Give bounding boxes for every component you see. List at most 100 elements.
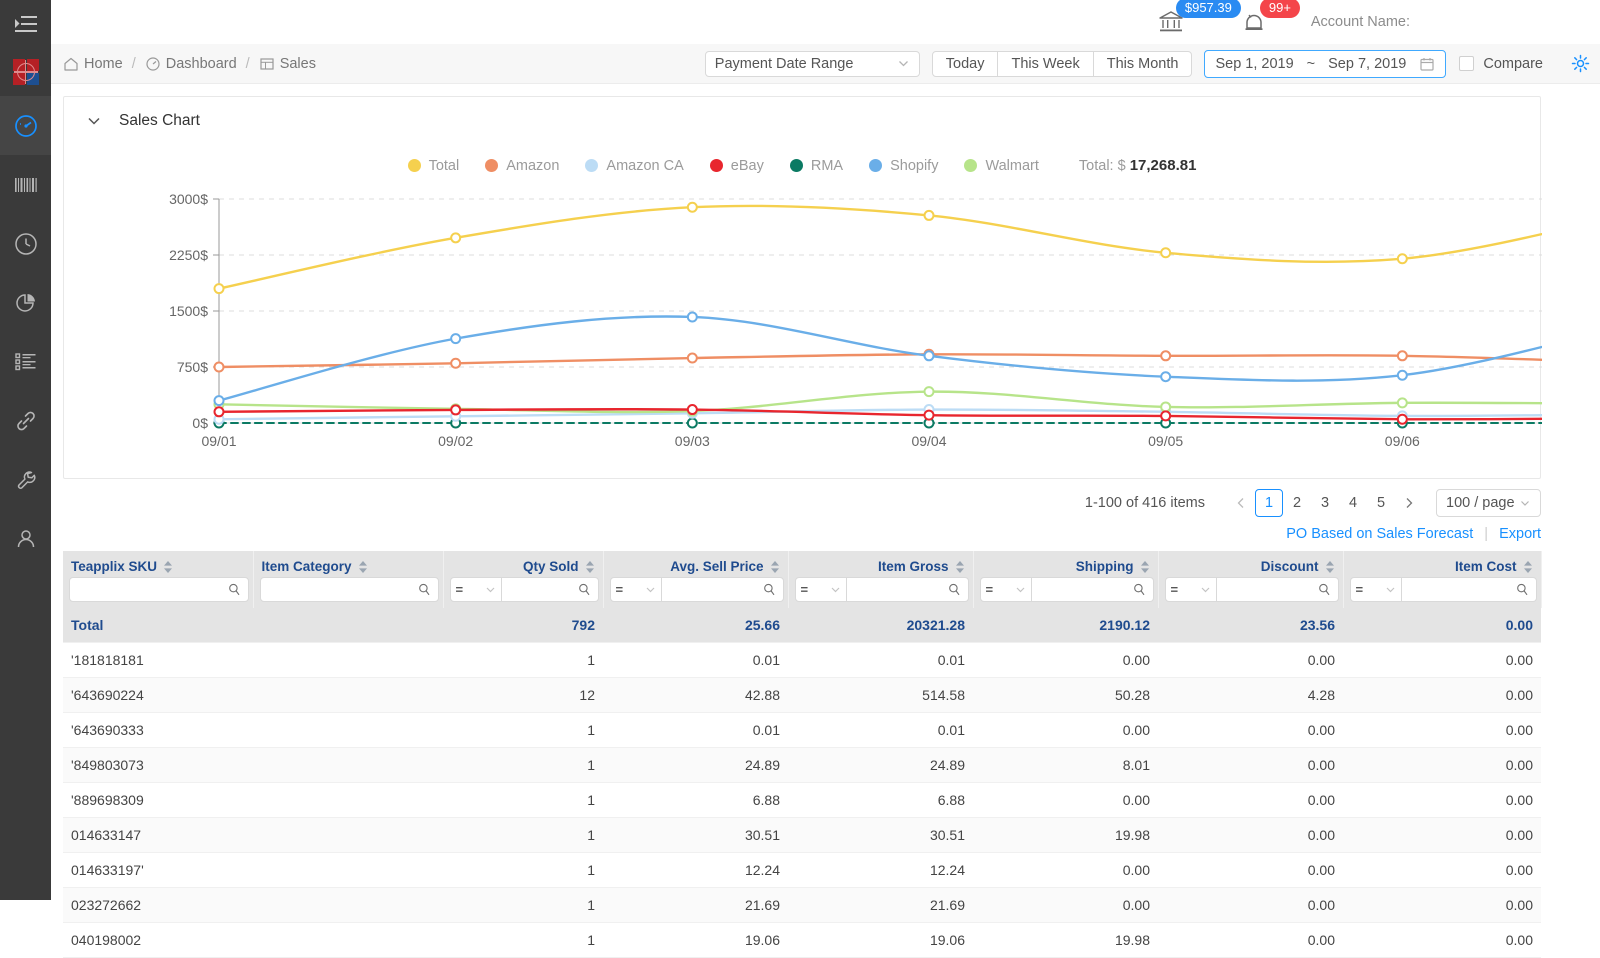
- filter-operator-select[interactable]: =: [1165, 577, 1217, 602]
- quick-range-today[interactable]: Today: [932, 51, 999, 77]
- chevron-down-icon[interactable]: [86, 113, 102, 129]
- data-point[interactable]: [925, 351, 934, 360]
- data-point[interactable]: [215, 407, 224, 416]
- breadcrumb-item-home[interactable]: Home: [63, 56, 123, 72]
- data-point[interactable]: [688, 419, 697, 428]
- compare-checkbox[interactable]: [1459, 56, 1474, 71]
- data-point[interactable]: [1398, 254, 1407, 263]
- breadcrumb-item-sales[interactable]: Sales: [259, 56, 316, 72]
- data-point[interactable]: [1161, 351, 1170, 360]
- legend-item-shopify[interactable]: Shopify: [869, 158, 938, 174]
- sort-icon[interactable]: [1325, 560, 1335, 574]
- next-page-button[interactable]: [1395, 489, 1423, 517]
- menu-toggle-button[interactable]: [0, 0, 51, 48]
- sidebar-item-integrations[interactable]: [0, 391, 51, 450]
- table-row[interactable]: '88969830916.886.880.000.000.00: [63, 783, 1541, 818]
- column-search-input[interactable]: [502, 577, 599, 602]
- data-point[interactable]: [1161, 402, 1170, 411]
- legend-item-amazon[interactable]: Amazon: [485, 158, 559, 174]
- table-row[interactable]: '6436902241242.88514.5850.284.280.00: [63, 678, 1541, 713]
- column-search-input[interactable]: [69, 577, 249, 602]
- table-row[interactable]: 023272662121.6921.690.000.000.00: [63, 888, 1541, 923]
- date-from[interactable]: Sep 1, 2019: [1215, 56, 1293, 72]
- filter-operator-select[interactable]: =: [1350, 577, 1402, 602]
- data-point[interactable]: [451, 405, 460, 414]
- sidebar-item-barcode[interactable]: [0, 155, 51, 214]
- column-search-input[interactable]: [1217, 577, 1339, 602]
- table-row[interactable]: 014633147130.5130.5119.980.000.00: [63, 818, 1541, 853]
- data-point[interactable]: [1398, 415, 1407, 424]
- sort-icon[interactable]: [1140, 560, 1150, 574]
- quick-range-this-month[interactable]: This Month: [1093, 51, 1193, 77]
- legend-item-total[interactable]: Total: [408, 158, 460, 174]
- data-point[interactable]: [451, 233, 460, 242]
- data-point[interactable]: [451, 334, 460, 343]
- sort-icon[interactable]: [585, 560, 595, 574]
- table-row[interactable]: 040198002119.0619.0619.980.000.00: [63, 923, 1541, 958]
- sidebar-item-listings[interactable]: [0, 332, 51, 391]
- column-search-input[interactable]: [1402, 577, 1537, 602]
- page-button-3[interactable]: 3: [1311, 489, 1339, 517]
- filter-operator-select[interactable]: =: [610, 577, 662, 602]
- settings-button[interactable]: [1571, 54, 1590, 73]
- legend-item-rma[interactable]: RMA: [790, 158, 843, 174]
- page-button-1[interactable]: 1: [1255, 489, 1283, 517]
- app-logo[interactable]: [0, 48, 51, 96]
- sidebar-item-reports[interactable]: [0, 273, 51, 332]
- data-point[interactable]: [215, 396, 224, 405]
- data-point[interactable]: [688, 354, 697, 363]
- alerts-button[interactable]: 99+: [1242, 10, 1266, 34]
- account-balance-button[interactable]: $957.39: [1158, 10, 1184, 34]
- prev-page-button[interactable]: [1227, 489, 1255, 517]
- data-point[interactable]: [215, 363, 224, 372]
- data-point[interactable]: [1161, 411, 1170, 420]
- table-row[interactable]: '18181818110.010.010.000.000.00: [63, 643, 1541, 678]
- sidebar-item-account[interactable]: [0, 509, 51, 568]
- quick-range-this-week[interactable]: This Week: [997, 51, 1093, 77]
- export-link[interactable]: Export: [1499, 526, 1541, 542]
- page-button-4[interactable]: 4: [1339, 489, 1367, 517]
- data-point[interactable]: [1398, 351, 1407, 360]
- column-search-input[interactable]: [847, 577, 969, 602]
- sort-icon[interactable]: [358, 560, 368, 574]
- data-point[interactable]: [688, 203, 697, 212]
- table-row[interactable]: '849803073124.8924.898.010.000.00: [63, 748, 1541, 783]
- calendar-icon[interactable]: [1419, 56, 1435, 72]
- table-row[interactable]: '64369033310.010.010.000.000.00: [63, 713, 1541, 748]
- data-point[interactable]: [215, 284, 224, 293]
- page-button-2[interactable]: 2: [1283, 489, 1311, 517]
- sidebar-item-tools[interactable]: [0, 450, 51, 509]
- data-point[interactable]: [688, 312, 697, 321]
- sort-icon[interactable]: [1523, 560, 1533, 574]
- sort-icon[interactable]: [770, 560, 780, 574]
- data-point[interactable]: [688, 405, 697, 414]
- data-point[interactable]: [925, 211, 934, 220]
- data-point[interactable]: [925, 387, 934, 396]
- data-point[interactable]: [925, 411, 934, 420]
- po-forecast-link[interactable]: PO Based on Sales Forecast: [1286, 526, 1473, 542]
- data-point[interactable]: [1161, 372, 1170, 381]
- page-button-5[interactable]: 5: [1367, 489, 1395, 517]
- filter-operator-select[interactable]: =: [980, 577, 1032, 602]
- sidebar-item-history[interactable]: [0, 214, 51, 273]
- date-type-select[interactable]: Payment Date Range: [705, 51, 920, 77]
- data-point[interactable]: [1398, 371, 1407, 380]
- date-to[interactable]: Sep 7, 2019: [1328, 56, 1406, 72]
- filter-operator-select[interactable]: =: [795, 577, 847, 602]
- date-range-picker[interactable]: Sep 1, 2019 ~ Sep 7, 2019: [1204, 50, 1446, 78]
- legend-item-walmart[interactable]: Walmart: [964, 158, 1038, 174]
- data-point[interactable]: [451, 359, 460, 368]
- column-search-input[interactable]: [662, 577, 784, 602]
- column-search-input[interactable]: [1032, 577, 1154, 602]
- sort-icon[interactable]: [955, 560, 965, 574]
- column-search-input[interactable]: [260, 577, 439, 602]
- data-point[interactable]: [1161, 248, 1170, 257]
- data-point[interactable]: [1398, 398, 1407, 407]
- sort-icon[interactable]: [163, 560, 173, 574]
- breadcrumb-item-dashboard[interactable]: Dashboard: [145, 56, 237, 72]
- filter-operator-select[interactable]: =: [450, 577, 502, 602]
- legend-item-ebay[interactable]: eBay: [710, 158, 764, 174]
- table-row[interactable]: 014633197'112.2412.240.000.000.00: [63, 853, 1541, 888]
- sidebar-item-dashboard[interactable]: [0, 96, 51, 155]
- per-page-select[interactable]: 100 / page: [1436, 489, 1541, 517]
